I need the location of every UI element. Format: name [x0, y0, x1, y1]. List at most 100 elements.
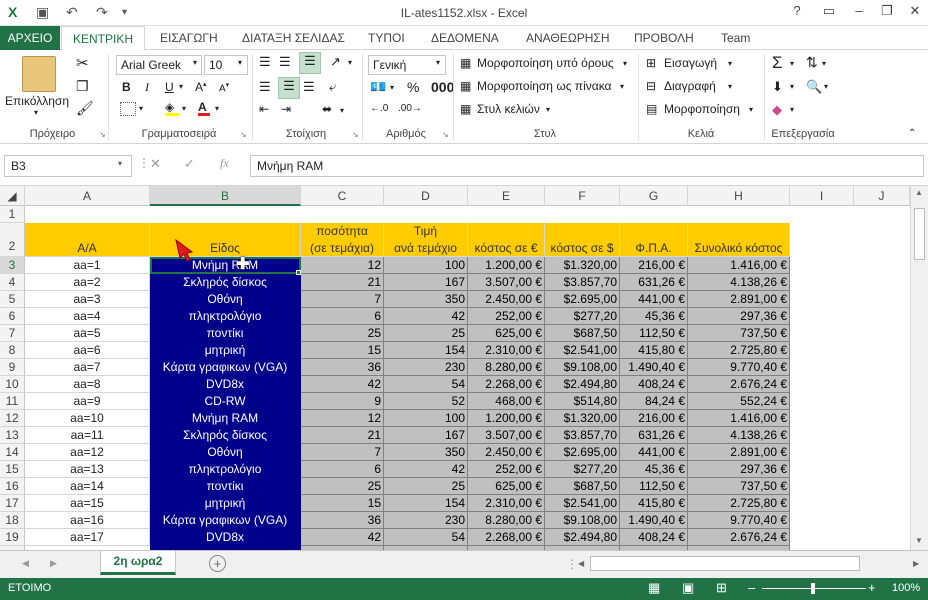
cell-b17[interactable]: μητρική [150, 495, 301, 512]
cell-h8[interactable]: 2.725,80 € [688, 342, 790, 359]
cell-g3[interactable]: 216,00 € [620, 257, 688, 274]
cell-b10[interactable]: DVD8x [150, 376, 301, 393]
row-header-13[interactable]: 13 [0, 427, 25, 444]
cell-d11[interactable]: 52 [384, 393, 468, 410]
cell-c10[interactable]: 42 [301, 376, 384, 393]
tab-insert[interactable]: ΕΙΣΑΓΩΓΗ [160, 31, 218, 45]
cell-g10[interactable]: 408,24 € [620, 376, 688, 393]
borders-dropdown-icon[interactable]: ▾ [139, 104, 143, 113]
enter-icon[interactable]: ✓ [184, 156, 195, 172]
percent-style-icon[interactable]: % [407, 79, 419, 95]
cell-c7[interactable]: 25 [301, 325, 384, 342]
cell-f6[interactable]: $277,20 [545, 308, 620, 325]
ribbon-options-icon[interactable]: ▭ [818, 3, 840, 19]
cell-e13[interactable]: 3.507,00 € [468, 427, 545, 444]
sheet-next-icon[interactable]: ▶ [50, 558, 57, 569]
header-cell-c[interactable]: ποσότητα (σε τεμάχια) [301, 223, 384, 257]
scroll-down-icon[interactable]: ▼ [915, 536, 923, 545]
cell-a3[interactable]: aa=1 [25, 257, 150, 274]
cell-c3[interactable]: 12 [301, 257, 384, 274]
cell-d18[interactable]: 230 [384, 512, 468, 529]
comma-style-icon[interactable]: 000 [431, 79, 454, 95]
format-dropdown-icon[interactable]: ▾ [749, 105, 753, 114]
column-header-g[interactable]: G [620, 186, 688, 206]
wrap-text-icon[interactable]: ⤶ [329, 79, 336, 95]
insert-function-icon[interactable]: fx [220, 156, 229, 171]
header-cell-a[interactable]: Α/Α [25, 223, 150, 257]
cell-f4[interactable]: $3.857,70 [545, 274, 620, 291]
cell-h14[interactable]: 2.891,00 € [688, 444, 790, 461]
cell-a13[interactable]: aa=11 [25, 427, 150, 444]
align-bottom-icon[interactable]: ☰ [299, 52, 321, 74]
align-center-icon[interactable]: ☰ [278, 77, 300, 99]
sort-filter-icon[interactable]: ⇅ [806, 54, 818, 71]
decrease-indent-icon[interactable]: ⇤ [259, 102, 269, 116]
column-header-b[interactable]: B [150, 186, 301, 206]
cell-styles-dropdown-icon[interactable]: ▾ [546, 105, 550, 114]
column-header-c[interactable]: C [301, 186, 384, 206]
cell-a19[interactable]: aa=17 [25, 529, 150, 546]
underline-dropdown-icon[interactable]: ▾ [179, 82, 183, 91]
cell-d14[interactable]: 350 [384, 444, 468, 461]
number-format-dropdown-icon[interactable]: ▾ [436, 58, 440, 67]
row-header-19[interactable]: 19 [0, 529, 25, 546]
cell-a12[interactable]: aa=10 [25, 410, 150, 427]
fill-color-icon[interactable]: ◈ [165, 100, 179, 116]
increase-decimal-icon[interactable]: ←.0 [370, 103, 388, 114]
align-left-icon[interactable]: ☰ [259, 79, 271, 95]
italic-icon[interactable]: I [145, 80, 149, 95]
insert-cells-button[interactable]: Εισαγωγή [664, 56, 717, 70]
cell-c16[interactable]: 25 [301, 478, 384, 495]
tab-formulas[interactable]: ΤΥΠΟΙ [368, 31, 405, 45]
cell-f13[interactable]: $3.857,70 [545, 427, 620, 444]
cell-f19[interactable]: $2.494,80 [545, 529, 620, 546]
cell-b6[interactable]: πληκτρολόγιο [150, 308, 301, 325]
normal-view-icon[interactable]: ▦ [648, 580, 660, 596]
merge-center-icon[interactable]: ⬌ [322, 102, 332, 116]
row-header-15[interactable]: 15 [0, 461, 25, 478]
cell-f16[interactable]: $687,50 [545, 478, 620, 495]
cell-b19[interactable]: DVD8x [150, 529, 301, 546]
vertical-scroll-thumb[interactable] [914, 208, 925, 260]
cell-g14[interactable]: 441,00 € [620, 444, 688, 461]
cell-e7[interactable]: 625,00 € [468, 325, 545, 342]
cell-h6[interactable]: 297,36 € [688, 308, 790, 325]
cell-g11[interactable]: 84,24 € [620, 393, 688, 410]
collapse-ribbon-icon[interactable]: ⌃ [908, 128, 916, 139]
clear-dropdown-icon[interactable]: ▾ [790, 105, 794, 114]
cell-g9[interactable]: 1.490,40 € [620, 359, 688, 376]
format-as-table-dropdown-icon[interactable]: ▾ [620, 82, 624, 91]
tab-home[interactable]: ΚΕΝΤΡΙΚΗ [61, 26, 145, 51]
sort-filter-dropdown-icon[interactable]: ▾ [822, 59, 826, 68]
cell-c17[interactable]: 15 [301, 495, 384, 512]
cell-f17[interactable]: $2.541,00 [545, 495, 620, 512]
row-header-14[interactable]: 14 [0, 444, 25, 461]
row-header-2[interactable]: 2 [0, 223, 25, 257]
cell-g4[interactable]: 631,26 € [620, 274, 688, 291]
format-as-table-button[interactable]: Μορφοποίηση ως πίνακα [477, 79, 611, 93]
cell-g6[interactable]: 45,36 € [620, 308, 688, 325]
delete-cells-icon[interactable]: ⊟ [646, 79, 656, 93]
cell-h12[interactable]: 1.416,00 € [688, 410, 790, 427]
tab-page-layout[interactable]: ΔΙΑΤΑΞΗ ΣΕΛΙΔΑΣ [242, 31, 345, 45]
format-painter-icon[interactable]: 🖌 [76, 100, 94, 117]
font-color-icon[interactable]: A [198, 100, 210, 116]
cell-b9[interactable]: Κάρτα γραφικων (VGA) [150, 359, 301, 376]
cell-e19[interactable]: 2.268,00 € [468, 529, 545, 546]
cell-a4[interactable]: aa=2 [25, 274, 150, 291]
cell-d6[interactable]: 42 [384, 308, 468, 325]
zoom-in-icon[interactable]: + [868, 580, 876, 595]
find-select-icon[interactable]: 🔍 [806, 79, 822, 95]
cell-c13[interactable]: 21 [301, 427, 384, 444]
scroll-left-icon[interactable]: ◀ [578, 559, 584, 568]
cell-g7[interactable]: 112,50 € [620, 325, 688, 342]
orientation-dropdown-icon[interactable]: ▾ [348, 58, 352, 67]
cell-a8[interactable]: aa=6 [25, 342, 150, 359]
close-icon[interactable]: ✕ [904, 3, 926, 19]
new-sheet-icon[interactable]: + [209, 555, 226, 572]
font-color-dropdown-icon[interactable]: ▾ [215, 104, 219, 113]
cell-h7[interactable]: 737,50 € [688, 325, 790, 342]
cell-a7[interactable]: aa=5 [25, 325, 150, 342]
cell-styles-button[interactable]: Στυλ κελιών [477, 102, 540, 116]
select-all-corner[interactable]: ◢ [0, 186, 25, 206]
